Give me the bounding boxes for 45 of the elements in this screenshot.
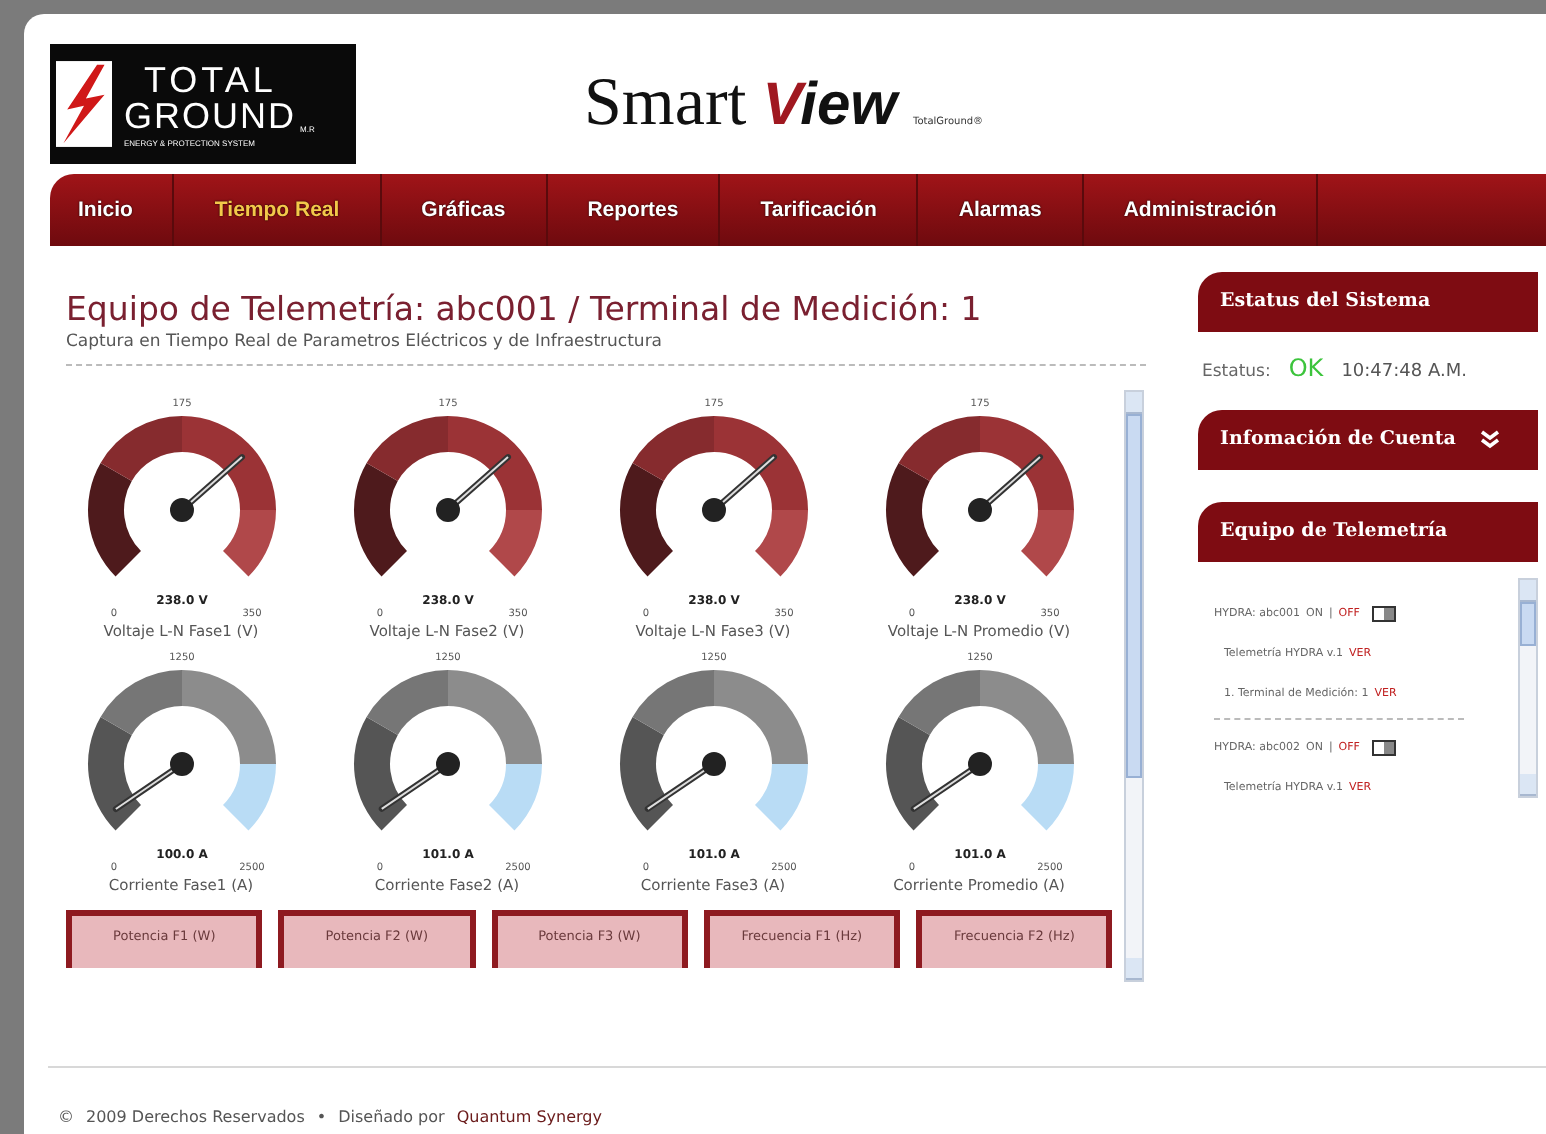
logo-text: GROUND <box>124 97 296 133</box>
scroll-up-icon[interactable] <box>1520 580 1536 602</box>
nav-tab[interactable]: Inicio <box>70 174 175 246</box>
brand-name: Smart <box>584 66 747 142</box>
scroll-down-icon[interactable] <box>1520 774 1536 796</box>
footer-text: 2009 Derechos Reservados <box>86 1108 305 1126</box>
scroll-thumb[interactable] <box>1126 414 1142 778</box>
gauge-needle <box>909 752 991 812</box>
nav-tab[interactable]: Gráficas <box>381 174 548 246</box>
nav-tab[interactable]: Reportes <box>547 174 721 246</box>
scrollbar[interactable] <box>1124 390 1144 982</box>
nav-tab[interactable]: Tarificación <box>720 174 919 246</box>
gauge-needle <box>169 454 244 522</box>
nav-tab[interactable]: Alarmas <box>918 174 1084 246</box>
scroll-thumb[interactable] <box>1520 602 1536 646</box>
sidebar-header: Estatus del Sistema <box>1198 272 1538 332</box>
scrollbar[interactable] <box>1518 578 1538 798</box>
scroll-up-icon[interactable] <box>1126 392 1142 414</box>
gauge-needle <box>643 752 725 812</box>
gauge-needle <box>111 752 193 812</box>
toggle-icon[interactable] <box>1371 606 1396 622</box>
sidebar-header[interactable]: Infomación de Cuenta <box>1198 410 1538 470</box>
separator: • <box>316 1108 327 1126</box>
gauge-needle <box>377 752 459 812</box>
copyright-symbol: © <box>58 1108 74 1126</box>
gauge-needle <box>701 454 776 522</box>
logo-text: TOTAL <box>142 61 279 97</box>
status-label: Estatus: <box>1202 362 1271 382</box>
author-link[interactable]: Quantum Synergy <box>456 1108 602 1126</box>
status-time: 10:47:48 A.M. <box>1341 362 1467 382</box>
gauge-needle <box>435 454 510 522</box>
toggle-icon[interactable] <box>1371 740 1396 756</box>
footer-text: Diseñado por <box>338 1108 445 1126</box>
gauge-needle <box>967 454 1042 522</box>
page-subtitle: Captura en Tiempo Real de Parametros Eléctricos y de Infraestructura <box>66 332 665 352</box>
sidebar-header-title: Infomación de Cuenta <box>1220 426 1456 454</box>
chevron-icon[interactable] <box>1479 430 1500 450</box>
page-title: Equipo de Telemetría: abc001 / Terminal de Medición: 1 <box>66 290 984 328</box>
lightning-icon <box>56 56 112 152</box>
sidebar-header: Equipo de Telemetría <box>1198 502 1538 562</box>
brand-name: View <box>762 72 897 140</box>
nav-tab[interactable]: Administración <box>1083 174 1319 246</box>
status-value: OK <box>1288 354 1324 382</box>
nav-tab[interactable]: Tiempo Real <box>174 174 382 246</box>
scroll-down-icon[interactable] <box>1126 958 1142 980</box>
